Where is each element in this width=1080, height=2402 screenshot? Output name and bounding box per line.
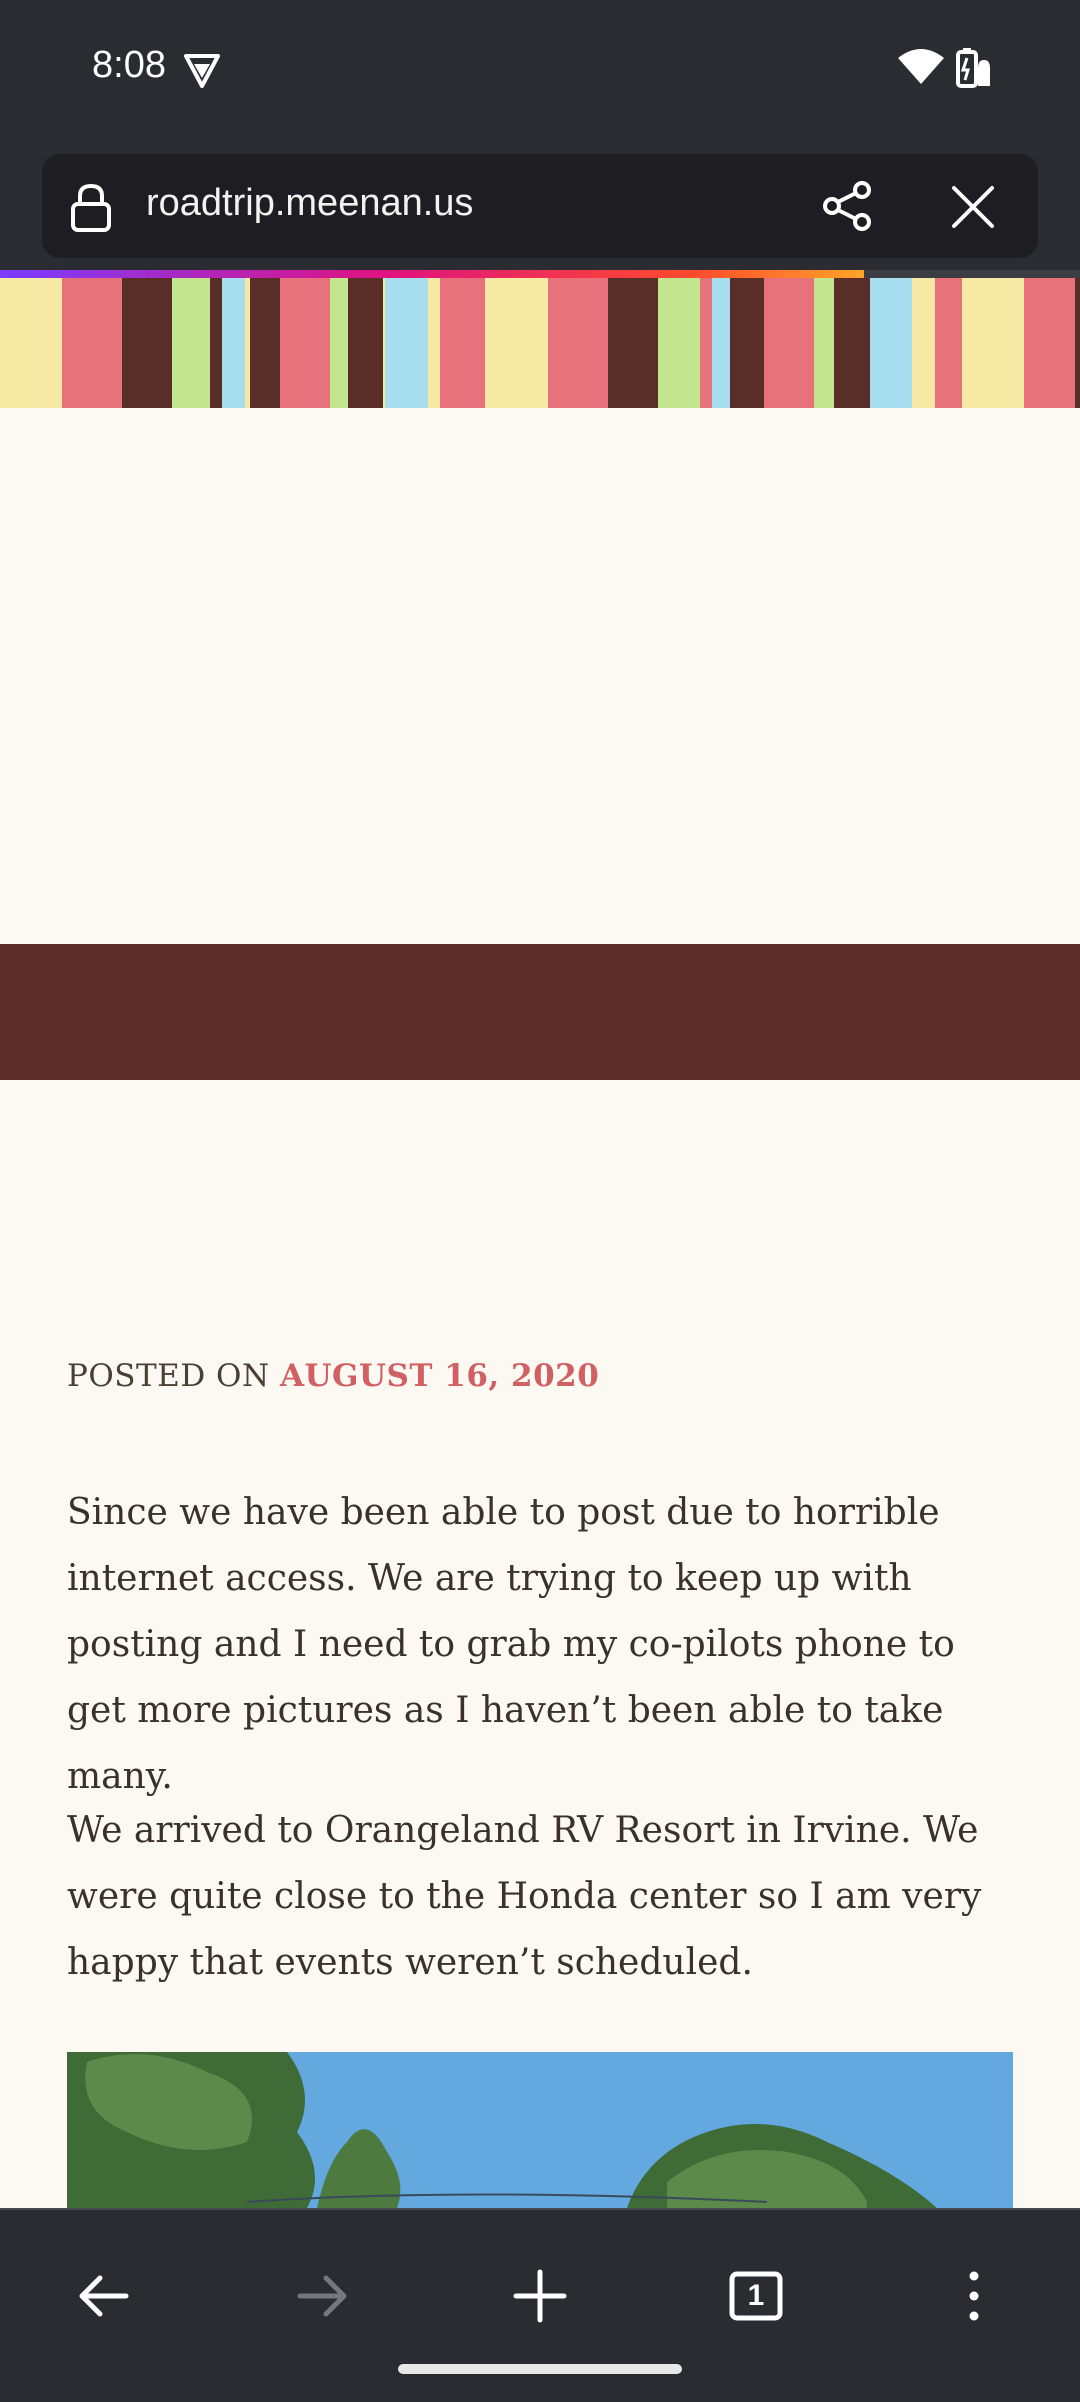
post-photo[interactable] [67,2052,1013,2208]
photo-trees [67,2052,1013,2208]
vpn-icon [184,54,220,88]
back-arrow-icon[interactable] [74,2266,134,2326]
browser-toolbar: roadtrip.meenan.us [0,140,1080,272]
lock-icon[interactable] [70,182,112,232]
post-paragraph: Since we have been able to post due to h… [67,1492,955,1797]
url-bar[interactable]: roadtrip.meenan.us [42,154,1038,258]
plus-icon[interactable] [510,2266,570,2326]
page-load-progress-fill [0,270,864,278]
wifi-icon [898,49,944,84]
post-date-link[interactable]: AUGUST 16, 2020 [280,1358,599,1394]
close-icon[interactable] [950,184,996,230]
status-bar: 8:08 [0,0,1080,140]
status-time: 8:08 [92,44,166,86]
home-indicator[interactable] [398,2364,682,2374]
site-header-band [0,944,1080,1080]
tab-count: 1 [747,2279,765,2312]
page-load-progress [0,270,1080,278]
more-vert-icon[interactable] [944,2266,1004,2326]
url-text[interactable]: roadtrip.meenan.us [146,182,473,225]
post-paragraph: We arrived to Orangeland RV Resort in Ir… [67,1810,982,1983]
posted-on-label: POSTED ON [67,1358,270,1394]
post-meta: POSTED ON AUGUST 16, 2020 [67,1358,599,1394]
battery-icon [956,48,990,88]
share-icon[interactable] [822,180,874,232]
tabs-icon[interactable]: 1 [726,2266,786,2326]
forward-arrow-icon[interactable] [292,2266,352,2326]
header-stripe-banner [0,278,1080,408]
